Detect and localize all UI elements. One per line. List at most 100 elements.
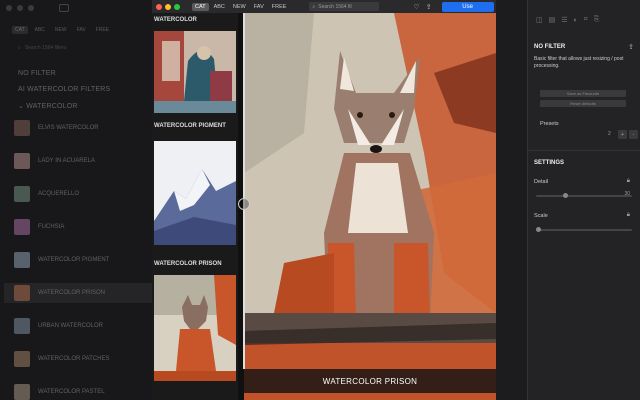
window-titlebar: CAT ABC NEW FAV FREE ⌕ Search 1564 fil ♡… <box>152 0 496 13</box>
minimize-button[interactable] <box>165 3 171 10</box>
export-icon[interactable]: ⎘ <box>594 16 600 24</box>
preview-caption: WATERCOLOR PRISON <box>244 369 496 393</box>
lock-icon[interactable]: 🔒︎ <box>627 178 630 185</box>
mask-icon[interactable]: ◐ <box>574 17 578 24</box>
search-placeholder: Search 1564 fil <box>318 3 352 10</box>
left-tab-fav[interactable]: FAV <box>74 26 89 34</box>
preset-remove-button[interactable]: - <box>629 130 638 139</box>
zoom-button[interactable] <box>174 3 180 10</box>
crop-icon[interactable]: ⌗ <box>584 16 588 24</box>
chevron-down-icon: ⌄ <box>18 103 27 110</box>
reset-defaults-button[interactable]: Reset defaults <box>540 100 626 107</box>
left-search-input[interactable]: ⌕ Search 1564 filters <box>18 43 138 53</box>
zoom-dot[interactable] <box>28 5 34 11</box>
thumb-pigment[interactable] <box>154 141 236 245</box>
left-search-placeholder: Search 1564 filters <box>24 45 67 51</box>
list-item-label: WATERCOLOR PATCHES <box>38 356 110 362</box>
inspector-toolbar: ◫ ▤ ☰ ◐ ⌗ ⎘ <box>528 0 640 40</box>
list-header-ai[interactable]: AI WATERCOLOR FILTERS <box>18 86 110 93</box>
preset-add-button[interactable]: + <box>618 130 627 139</box>
left-titlebar <box>0 0 152 16</box>
list-item[interactable]: WATERCOLOR PIGMENT <box>14 250 152 270</box>
list-item-label: WATERCOLOR PIGMENT <box>38 257 110 263</box>
tab-cat[interactable]: CAT <box>192 2 209 11</box>
list-item-label: WATERCOLOR PASTEL <box>38 389 105 395</box>
tab-new[interactable]: NEW <box>230 3 249 11</box>
list-item[interactable]: ELVIS WATERCOLOR <box>14 118 152 138</box>
list-item-thumbnail <box>14 318 30 334</box>
filter-description: Basic filter that allows just resizing /… <box>534 56 624 69</box>
presets-stepper: + - <box>618 130 638 139</box>
left-tabs: CAT ABC NEW FAV FREE <box>12 26 112 34</box>
inspector-panel: ◫ ▤ ☰ ◐ ⌗ ⎘ NO FILTER ⇪ Basic filter tha… <box>527 0 640 400</box>
left-tab-cat[interactable]: CAT <box>12 26 28 34</box>
list-item-label: ELVIS WATERCOLOR <box>38 125 99 131</box>
tab-fav[interactable]: FAV <box>251 3 267 11</box>
category-tabs: CAT ABC NEW FAV FREE <box>192 2 290 11</box>
share-icon[interactable]: ⇪ <box>426 3 432 11</box>
search-icon: ⌕ <box>18 45 21 51</box>
layers-icon[interactable]: ▤ <box>549 16 556 24</box>
search-icon: ⌕ <box>312 3 316 10</box>
list-item-label: ACQUERELLO <box>38 191 80 197</box>
compare-handle[interactable] <box>238 198 250 210</box>
list-item-label: WATERCOLOR PRISON <box>38 290 106 296</box>
thumb-prison[interactable] <box>154 275 236 381</box>
list-item[interactable]: WATERCOLOR PASTEL <box>14 382 152 400</box>
list-item-thumbnail <box>14 384 30 400</box>
share-icon[interactable]: ⇪ <box>628 43 634 51</box>
list-item-label: FUCHSIA <box>38 224 65 230</box>
main-window: CAT ABC NEW FAV FREE ⌕ Search 1564 fil ♡… <box>152 0 496 400</box>
scale-label: Scale <box>534 213 548 219</box>
list-item-thumbnail <box>14 120 30 136</box>
list-item[interactable]: WATERCOLOR PRISON <box>4 283 152 303</box>
scale-slider-knob[interactable] <box>536 227 541 232</box>
sidebar-toggle-icon[interactable] <box>59 4 69 12</box>
watercolor-header-label: WATERCOLOR <box>26 103 78 110</box>
heart-icon[interactable]: ♡ <box>413 3 419 11</box>
left-tab-new[interactable]: NEW <box>52 26 70 34</box>
list-item-thumbnail <box>14 285 30 301</box>
sliders-icon[interactable]: ☰ <box>561 16 567 24</box>
close-dot[interactable] <box>6 5 12 11</box>
list-header-no-filter[interactable]: NO FILTER <box>18 70 56 77</box>
search-input[interactable]: ⌕ Search 1564 fil <box>309 2 380 11</box>
settings-header: SETTINGS <box>534 160 565 166</box>
list-item-thumbnail <box>14 252 30 268</box>
save-favourite-button[interactable]: Save as Favourite <box>540 90 626 97</box>
left-tab-free[interactable]: FREE <box>93 26 112 34</box>
presets-label: Presets <box>540 121 559 127</box>
list-item[interactable]: FUCHSIA <box>14 217 152 237</box>
thumbnail-column: WATERCOLOR WATERCOLOR PIGMENT WATERCOLOR… <box>152 13 238 400</box>
tab-abc[interactable]: ABC <box>211 3 228 11</box>
close-button[interactable] <box>156 3 162 10</box>
use-button[interactable]: Use <box>441 1 494 12</box>
lock-icon[interactable]: 🔒︎ <box>627 212 630 219</box>
detail-slider-knob[interactable] <box>563 193 569 198</box>
detail-label: Detail <box>534 179 549 185</box>
filter-name: NO FILTER <box>534 44 566 50</box>
scale-slider[interactable] <box>536 227 632 232</box>
list-item[interactable]: WATERCOLOR PATCHES <box>14 349 152 369</box>
list-item[interactable]: LADY IN ACUARELA <box>14 151 152 171</box>
list-item-thumbnail <box>14 186 30 202</box>
filter-icon[interactable]: ◫ <box>536 16 543 24</box>
detail-value: 30 <box>624 191 630 197</box>
list-item-thumbnail <box>14 153 30 169</box>
thumb-title-pigment: WATERCOLOR PIGMENT <box>154 123 226 129</box>
list-item-thumbnail <box>14 219 30 235</box>
thumb-title-prison: WATERCOLOR PRISON <box>154 261 222 267</box>
minimize-dot[interactable] <box>17 5 23 11</box>
tab-free[interactable]: FREE <box>269 3 290 11</box>
thumb-watercolor[interactable] <box>154 31 236 113</box>
presets-value: 2 <box>608 131 611 137</box>
image-preview[interactable] <box>244 13 496 400</box>
detail-slider[interactable] <box>536 193 632 198</box>
list-item[interactable]: ACQUERELLO <box>14 184 152 204</box>
traffic-lights <box>156 3 180 10</box>
list-header-watercolor[interactable]: ⌄ WATERCOLOR <box>18 102 78 110</box>
left-tab-abc[interactable]: ABC <box>32 26 48 34</box>
list-item-label: URBAN WATERCOLOR <box>38 323 104 329</box>
list-item[interactable]: URBAN WATERCOLOR <box>14 316 152 336</box>
compare-divider[interactable] <box>243 13 245 369</box>
